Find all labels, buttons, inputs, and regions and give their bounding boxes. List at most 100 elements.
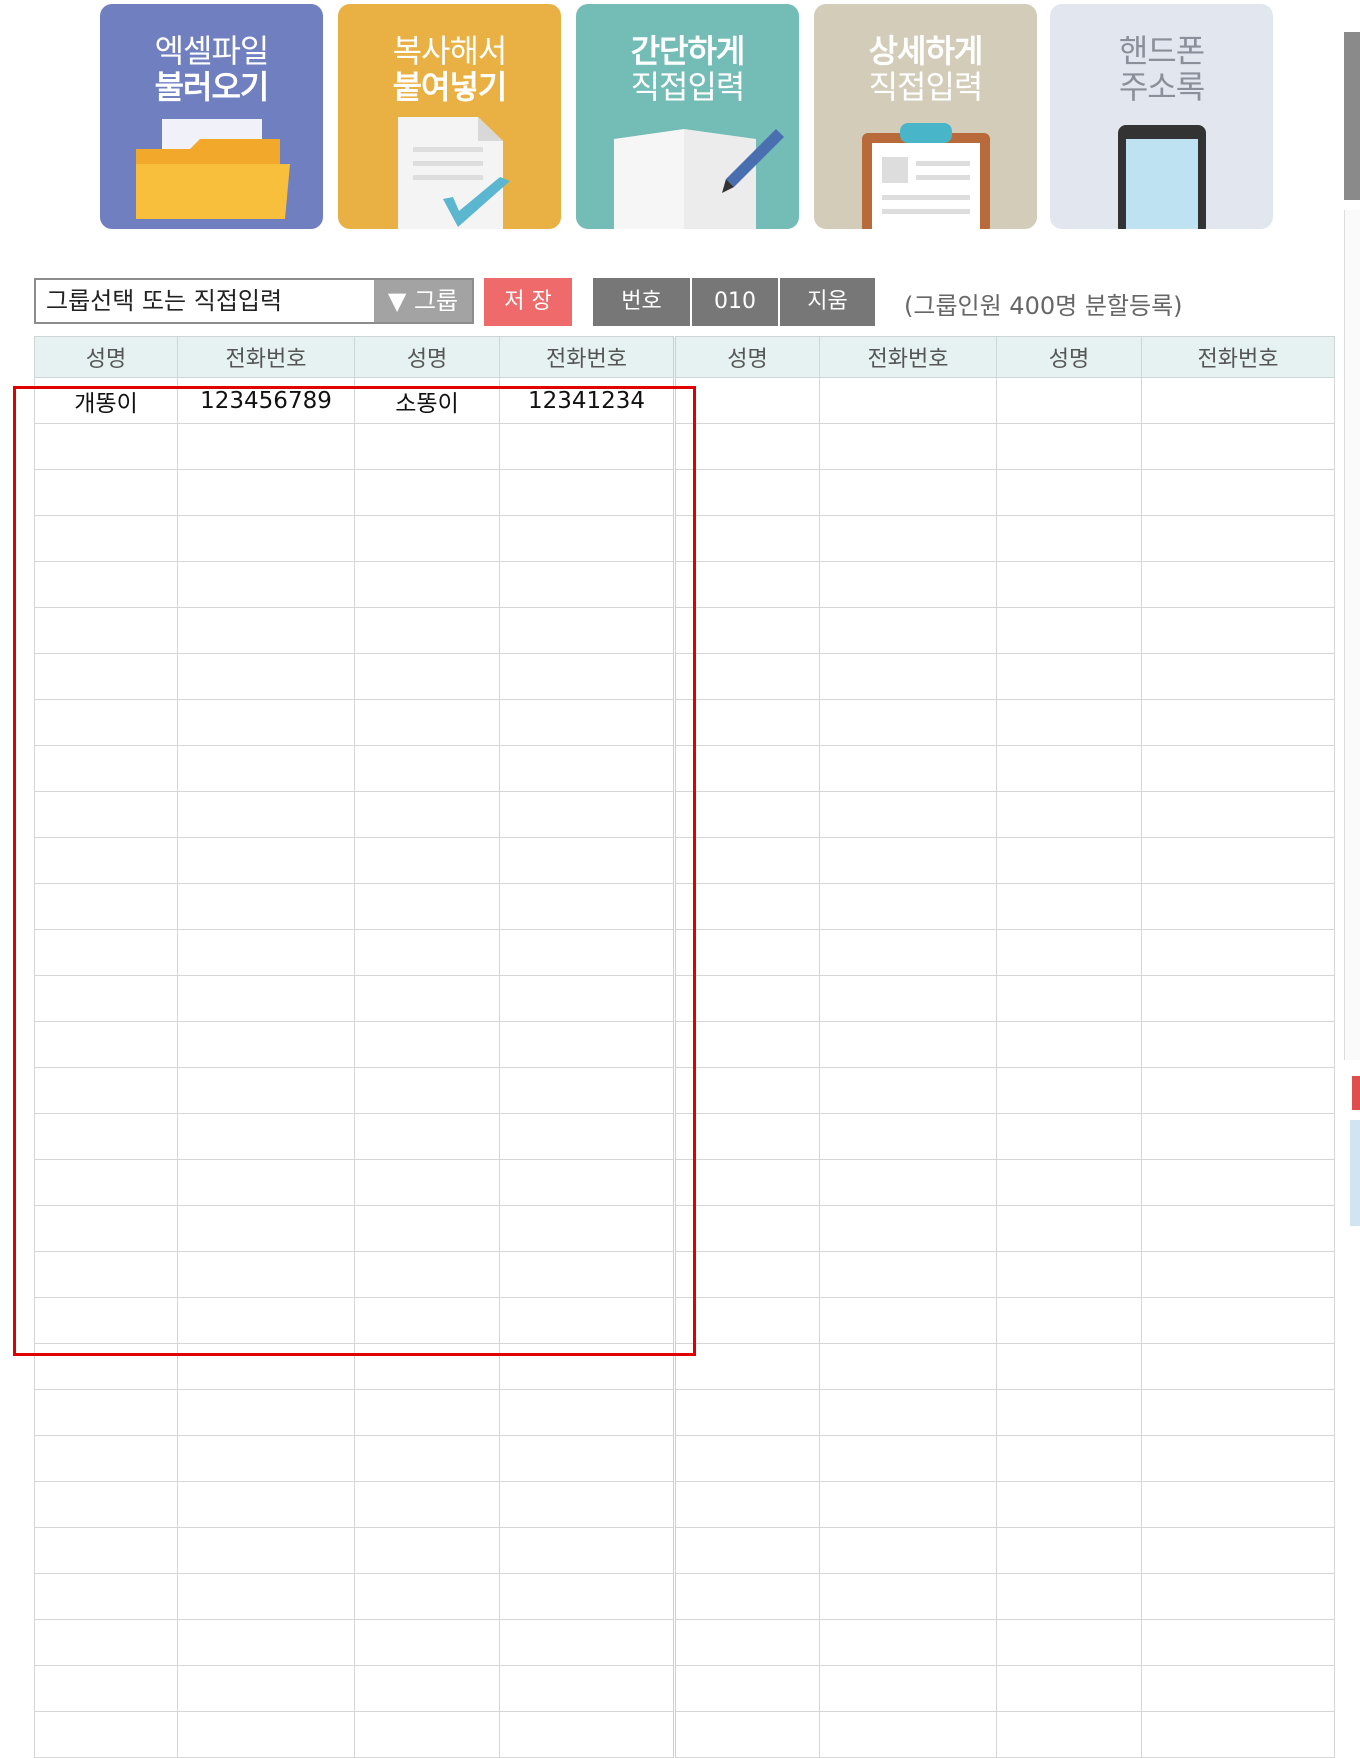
- phone-cell[interactable]: [177, 1113, 355, 1160]
- name-cell[interactable]: [34, 1205, 178, 1252]
- name-cell[interactable]: [354, 1481, 500, 1528]
- phone-cell[interactable]: [1141, 837, 1335, 884]
- phone-cell[interactable]: [819, 1573, 997, 1620]
- phone-cell[interactable]: [819, 515, 997, 562]
- phone-cell[interactable]: [819, 837, 997, 884]
- phone-cell[interactable]: [819, 1665, 997, 1712]
- name-cell[interactable]: [354, 929, 500, 976]
- name-cell[interactable]: [996, 929, 1142, 976]
- number-button[interactable]: 번호: [593, 278, 690, 326]
- phone-cell[interactable]: [1141, 1297, 1335, 1344]
- name-cell[interactable]: [996, 745, 1142, 792]
- name-cell[interactable]: [673, 1251, 820, 1298]
- phone-cell[interactable]: [1141, 607, 1335, 654]
- name-cell[interactable]: [996, 883, 1142, 930]
- name-cell[interactable]: [34, 1711, 178, 1758]
- phone-cell[interactable]: [499, 653, 675, 700]
- name-cell[interactable]: [34, 469, 178, 516]
- copy-paste-tile[interactable]: 복사해서 붙여넣기: [338, 4, 561, 229]
- name-cell[interactable]: [996, 1113, 1142, 1160]
- phone-cell[interactable]: [177, 1297, 355, 1344]
- phone-cell[interactable]: [819, 1343, 997, 1390]
- name-cell[interactable]: [34, 423, 178, 470]
- phone-cell[interactable]: [499, 1665, 675, 1712]
- phone-cell[interactable]: 12341234: [499, 377, 675, 424]
- name-cell[interactable]: [354, 1711, 500, 1758]
- phone-cell[interactable]: [499, 975, 675, 1022]
- phone-cell[interactable]: [819, 1113, 997, 1160]
- name-cell[interactable]: [996, 1297, 1142, 1344]
- phone-cell[interactable]: [177, 607, 355, 654]
- name-cell[interactable]: [996, 423, 1142, 470]
- phone-cell[interactable]: [1141, 1251, 1335, 1298]
- name-cell[interactable]: [34, 745, 178, 792]
- name-cell[interactable]: [354, 975, 500, 1022]
- name-cell[interactable]: [673, 929, 820, 976]
- name-cell[interactable]: [354, 1619, 500, 1666]
- name-cell[interactable]: [996, 699, 1142, 746]
- phone-cell[interactable]: [1141, 653, 1335, 700]
- name-cell[interactable]: [673, 423, 820, 470]
- name-cell[interactable]: [673, 1619, 820, 1666]
- name-cell[interactable]: [673, 515, 820, 562]
- name-cell[interactable]: [34, 1113, 178, 1160]
- phone-cell[interactable]: [177, 791, 355, 838]
- phone-cell[interactable]: [499, 1343, 675, 1390]
- phone-cell[interactable]: [499, 1389, 675, 1436]
- name-cell[interactable]: [354, 1389, 500, 1436]
- phone-cell[interactable]: [499, 791, 675, 838]
- name-cell[interactable]: [996, 1711, 1142, 1758]
- name-cell[interactable]: [673, 1067, 820, 1114]
- phone-cell[interactable]: [499, 1711, 675, 1758]
- phone-cell[interactable]: [499, 1251, 675, 1298]
- phone-cell[interactable]: [499, 1159, 675, 1206]
- name-cell[interactable]: [354, 515, 500, 562]
- phone-cell[interactable]: [499, 1297, 675, 1344]
- phone-cell[interactable]: [499, 837, 675, 884]
- phone-cell[interactable]: [1141, 1665, 1335, 1712]
- delete-button[interactable]: 지움: [780, 278, 875, 326]
- phone-cell[interactable]: [819, 1159, 997, 1206]
- phone-cell[interactable]: [819, 377, 997, 424]
- name-cell[interactable]: [673, 1389, 820, 1436]
- name-cell[interactable]: [673, 653, 820, 700]
- name-cell[interactable]: [673, 1435, 820, 1482]
- name-cell[interactable]: [996, 561, 1142, 608]
- name-cell[interactable]: [996, 1343, 1142, 1390]
- prefix-010-button[interactable]: 010: [692, 278, 778, 326]
- phone-cell[interactable]: [499, 883, 675, 930]
- phone-cell[interactable]: [499, 515, 675, 562]
- name-cell[interactable]: [34, 561, 178, 608]
- phone-cell[interactable]: [819, 1711, 997, 1758]
- phone-cell[interactable]: [819, 1297, 997, 1344]
- phone-cell[interactable]: [499, 1481, 675, 1528]
- name-cell[interactable]: [34, 975, 178, 1022]
- name-cell[interactable]: [673, 607, 820, 654]
- phone-cell[interactable]: [819, 1205, 997, 1252]
- phone-cell[interactable]: [177, 1573, 355, 1620]
- phone-cell[interactable]: [1141, 745, 1335, 792]
- phone-cell[interactable]: [819, 607, 997, 654]
- phone-cell[interactable]: [819, 1619, 997, 1666]
- phone-cell[interactable]: [1141, 1481, 1335, 1528]
- name-cell[interactable]: [34, 1021, 178, 1068]
- phone-cell[interactable]: [819, 791, 997, 838]
- phone-cell[interactable]: [177, 515, 355, 562]
- phone-cell[interactable]: [1141, 469, 1335, 516]
- phone-cell[interactable]: [1141, 1435, 1335, 1482]
- phone-cell[interactable]: [1141, 929, 1335, 976]
- name-cell[interactable]: [34, 1159, 178, 1206]
- name-cell[interactable]: [34, 515, 178, 562]
- phone-cell[interactable]: [1141, 791, 1335, 838]
- name-cell[interactable]: [996, 653, 1142, 700]
- name-cell[interactable]: [354, 607, 500, 654]
- name-cell[interactable]: [354, 791, 500, 838]
- name-cell[interactable]: [996, 1251, 1142, 1298]
- name-cell[interactable]: [354, 745, 500, 792]
- name-cell[interactable]: [34, 1297, 178, 1344]
- phone-cell[interactable]: [499, 1619, 675, 1666]
- phone-cell[interactable]: [819, 423, 997, 470]
- phone-cell[interactable]: [499, 469, 675, 516]
- name-cell[interactable]: [34, 791, 178, 838]
- name-cell[interactable]: [354, 1205, 500, 1252]
